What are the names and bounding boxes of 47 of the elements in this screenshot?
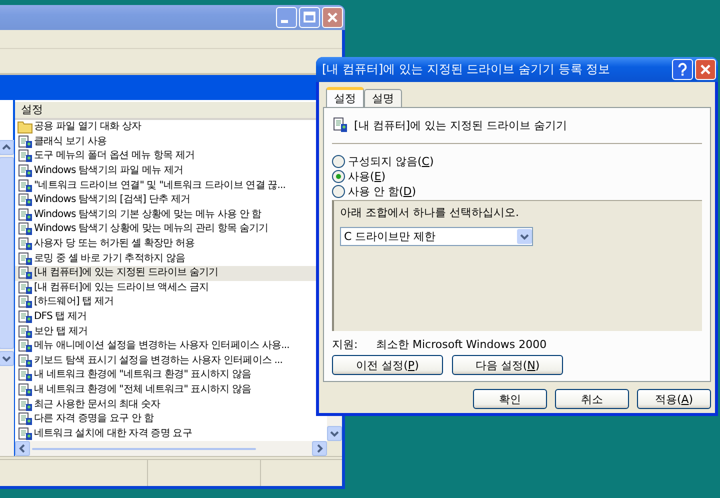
list-item[interactable]: Windows 탐색기의 기본 상황에 맞는 메뉴 사용 안 함	[15, 208, 327, 222]
supported-label: 지원:	[332, 337, 359, 351]
tab[interactable]: 설정	[326, 87, 364, 107]
list-item[interactable]: 최근 사용한 문서의 최대 숫자	[15, 397, 327, 412]
scrollbar[interactable]	[0, 140, 14, 456]
minimize-button[interactable]	[276, 7, 297, 28]
minimize-icon	[281, 20, 288, 23]
list-item[interactable]: Windows 탐색기의 [검색] 단추 제거	[15, 192, 327, 208]
supported-value: 최소한 Microsoft Windows 2000	[376, 337, 547, 351]
radio-option[interactable]: 사용(E)	[332, 169, 702, 183]
dialog-button[interactable]: 확인	[473, 389, 547, 409]
list-item[interactable]: DFS 탭 제거	[15, 310, 327, 324]
radio-option[interactable]: 구성되지 않음(C)	[332, 154, 702, 168]
list-item[interactable]: "네트워크 드라이브 연결" 및 "네트워크 드라이브 연결 끊...	[15, 178, 327, 193]
help-button[interactable]	[672, 59, 693, 80]
list-item[interactable]: 도구 메뉴의 폴더 옵션 메뉴 항목 제거	[15, 149, 327, 164]
dialog-button[interactable]: 적용(A)	[637, 389, 711, 409]
list-item[interactable]: 공용 파일 열기 대화 상자	[15, 120, 327, 135]
radio-option[interactable]: 사용 안 함(D)	[332, 184, 702, 198]
list-item[interactable]: 클래식 보기 사용	[15, 134, 327, 150]
nav-button[interactable]: 이전 설정(P)	[332, 355, 443, 375]
list-item[interactable]: 로밍 중 셸 바로 가기 추적하지 않음	[15, 251, 327, 266]
close-button[interactable]	[695, 59, 716, 80]
list-item[interactable]: 키보드 탐색 표시기 설정을 변경하는 사용자 인터페이스 ...	[15, 354, 327, 368]
list-item[interactable]: 보안 탭 제거	[15, 324, 327, 339]
maximize-button[interactable]	[299, 7, 320, 28]
tab[interactable]: 설명	[364, 89, 402, 107]
list-item[interactable]: 네트워크 설치에 대한 자격 증명 요구	[15, 426, 327, 441]
list-item[interactable]: [내 컴퓨터]에 있는 드라이브 액세스 금지	[15, 280, 327, 296]
scrollbar-corner	[327, 441, 342, 456]
list-item[interactable]: [하드웨어] 탭 제거	[15, 295, 327, 310]
dialog-button[interactable]: 취소	[555, 389, 629, 409]
list-item[interactable]: 사용자 당 또는 허가된 셸 확장만 허용	[15, 236, 327, 252]
nav-button[interactable]: 다음 설정(N)	[452, 355, 563, 375]
policy-icon	[332, 117, 348, 133]
close-button[interactable]	[322, 7, 343, 28]
list-item[interactable]: Windows 탐색기 상황에 맞는 메뉴의 관리 항목 숨기기	[15, 222, 327, 237]
horizontal-scrollbar[interactable]	[15, 441, 327, 456]
list-item[interactable]: 메뉴 애니메이션 설정을 변경하는 사용자 인터페이스 사용...	[15, 338, 327, 354]
combo-prompt: 아래 조합에서 하나를 선택하십시오.	[340, 205, 520, 220]
list-item[interactable]: Windows 탐색기의 파일 메뉴 제거	[15, 164, 327, 178]
list-item[interactable]: 내 네트워크 환경에 "전체 네트워크" 표시하지 않음	[15, 382, 327, 398]
setting-name: [내 컴퓨터]에 있는 지정된 드라이브 숨기기	[354, 118, 568, 132]
list-item[interactable]: 다른 자격 증명을 요구 안 함	[15, 412, 327, 426]
list-item[interactable]: 내 네트워크 환경에 "네트워크 환경" 표시하지 않음	[15, 368, 327, 383]
dropdown[interactable]: C 드라이브만 제한	[340, 227, 533, 246]
window-title: [내 컴퓨터]에 있는 지정된 드라이브 숨기기 등록 정보	[322, 61, 610, 78]
